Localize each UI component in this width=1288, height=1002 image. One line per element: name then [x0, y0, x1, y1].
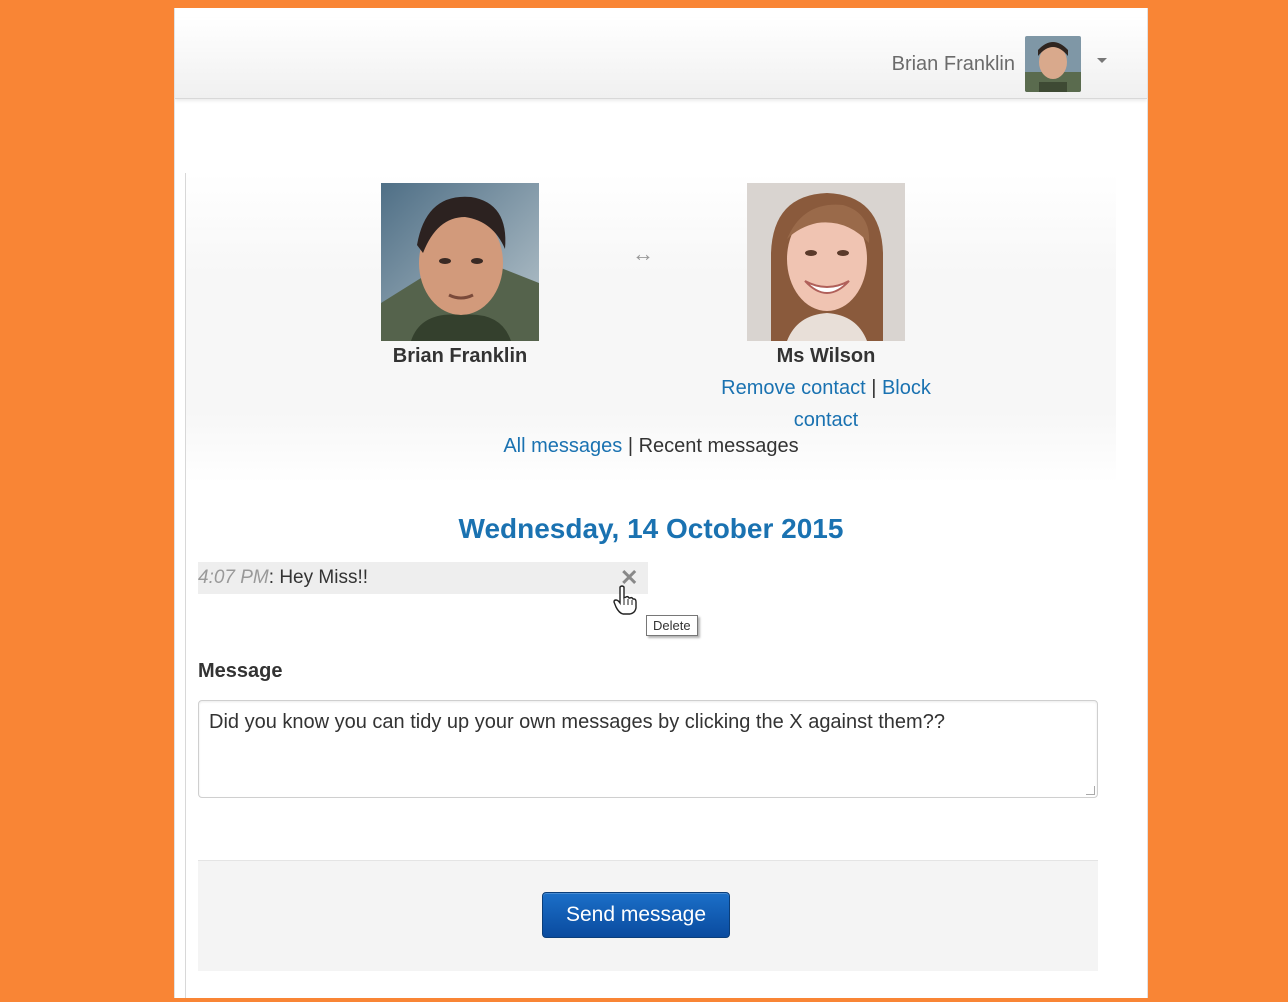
user-avatar[interactable]	[1025, 36, 1081, 92]
all-messages-link[interactable]: All messages	[503, 435, 622, 457]
form-footer: Send message	[198, 860, 1098, 971]
delete-tooltip: Delete	[646, 615, 698, 636]
swap-arrows-icon: ↔	[632, 241, 654, 266]
top-navbar: Brian Franklin	[175, 18, 1147, 99]
contact-name: Ms Wilson	[776, 345, 876, 367]
date-heading: Wednesday, 14 October 2015	[458, 513, 844, 544]
send-message-button[interactable]: Send message	[542, 892, 730, 938]
block-contact-link[interactable]: Block	[882, 377, 931, 399]
recent-messages-label: Recent messages	[638, 435, 799, 457]
message-history-nav: All messages | Recent messages	[186, 435, 1116, 458]
self-contact-card: Brian Franklin	[340, 183, 580, 368]
hand-cursor-icon	[613, 585, 637, 615]
user-menu[interactable]: Brian Franklin	[892, 36, 1107, 92]
contact-photo	[747, 183, 905, 341]
message-field[interactable]: Did you know you can tidy up your own me…	[198, 700, 1098, 798]
message-label: Message	[198, 660, 283, 682]
contact-actions: Remove contact | Block contact	[706, 372, 946, 436]
message-time: 4:07 PM	[198, 567, 269, 588]
self-photo	[381, 183, 539, 341]
page-frame: Brian Franklin Brian Franklin ↔ Ms Wilso…	[174, 8, 1148, 998]
remove-contact-link[interactable]: Remove contact	[721, 377, 866, 399]
user-name[interactable]: Brian Franklin	[892, 53, 1015, 76]
link-separator: |	[871, 377, 877, 399]
message-text: Hey Miss!!	[279, 567, 369, 588]
contact-card: Ms Wilson Remove contact | Block contact	[706, 183, 946, 436]
nav-separator: |	[627, 435, 634, 457]
message-textarea[interactable]: Did you know you can tidy up your own me…	[199, 701, 1097, 797]
resize-grip-icon[interactable]	[1086, 786, 1095, 795]
self-name: Brian Franklin	[392, 345, 528, 367]
message-time-separator: :	[268, 567, 280, 588]
block-contact-link-continued[interactable]: contact	[794, 409, 858, 431]
message-item: 4:07 PM: Hey Miss!!	[198, 562, 648, 594]
messages-panel: Brian Franklin ↔ Ms Wilson Remove contac…	[185, 173, 1116, 998]
chevron-down-icon[interactable]	[1097, 57, 1107, 63]
